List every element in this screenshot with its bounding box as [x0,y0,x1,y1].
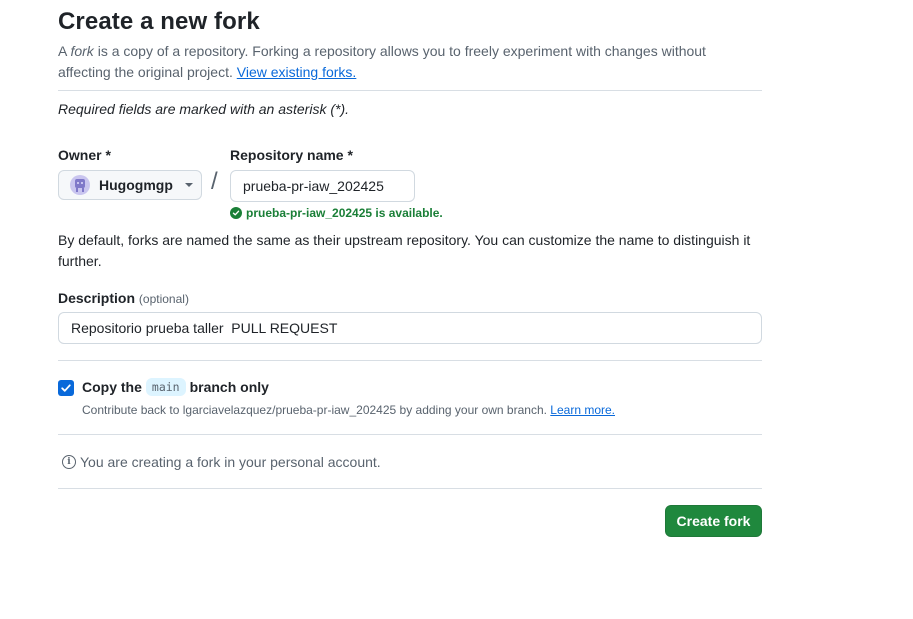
learn-more-link[interactable]: Learn more. [550,403,615,417]
avatar [70,175,90,195]
repository-name-input[interactable] [230,170,415,202]
info-text: You are creating a fork in your personal… [80,454,381,470]
info-icon: i [62,455,76,469]
availability-text: prueba-pr-iaw_202425 is available. [246,206,443,220]
availability-message: prueba-pr-iaw_202425 is available. [230,206,443,220]
copy-branch-label[interactable]: Copy the main branch only [82,378,269,396]
naming-note: By default, forks are named the same as … [58,232,751,269]
copy-branch-label-after: branch only [189,379,269,395]
copy-main-branch-checkbox[interactable] [58,380,74,396]
intro-text: A fork is a copy of a repository. Forkin… [58,41,762,83]
checkmark-icon [61,384,71,392]
description-label-text: Description [58,290,136,306]
create-fork-button[interactable]: Create fork [665,505,762,537]
description-label: Description (optional) [58,290,189,306]
page-title: Create a new fork [58,8,260,35]
branch-name-code: main [145,378,186,396]
divider [58,434,762,435]
intro-body: is a copy of a repository. Forking a rep… [58,43,706,80]
chevron-down-icon [185,183,193,187]
owner-select-button[interactable]: Hugogmgp [58,170,202,200]
divider [58,488,762,489]
copy-branch-label-before: Copy the [82,379,142,395]
description-input[interactable] [58,312,762,344]
personal-account-info: i You are creating a fork in your person… [62,454,381,470]
check-circle-icon [230,207,242,219]
required-fields-note: Required fields are marked with an aster… [58,101,350,117]
owner-repo-separator: / [211,168,218,195]
view-existing-forks-link[interactable]: View existing forks. [237,64,357,80]
divider [58,360,762,361]
intro-fork-word: fork [70,43,94,59]
copy-branch-caption: Contribute back to lgarciavelazquez/prue… [82,403,615,417]
owner-label: Owner * [58,147,111,163]
intro-prefix: A [58,43,71,59]
optional-tag: (optional) [138,292,189,306]
repository-name-label: Repository name * [230,147,353,163]
divider [58,90,762,91]
copy-branch-caption-text: Contribute back to lgarciavelazquez/prue… [82,403,551,417]
owner-name: Hugogmgp [99,177,173,193]
